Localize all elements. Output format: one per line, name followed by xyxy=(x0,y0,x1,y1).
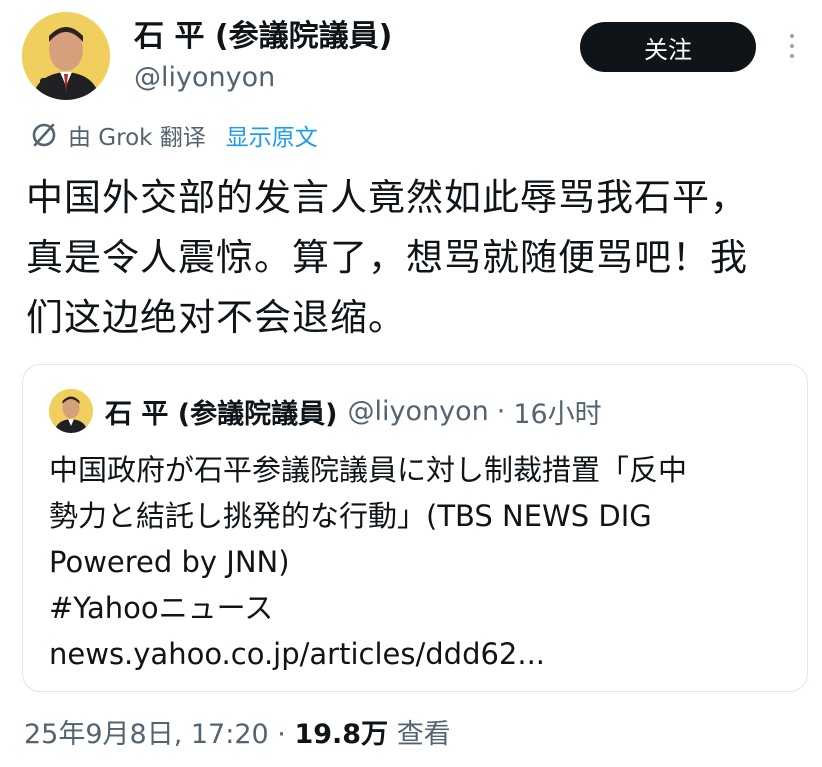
tweet-text: 中国外交部的发言人竟然如此辱骂我石平， 真是令人震惊。算了，想骂就随便骂吧！我 … xyxy=(26,168,806,348)
quoted-author-handle[interactable]: @liyonyon xyxy=(347,396,488,427)
tweet-text-line: 中国外交部的发言人竟然如此辱骂我石平， xyxy=(26,176,748,219)
tweet-datetime[interactable]: 25年9月8日, 17:20 xyxy=(24,719,269,750)
quoted-text-line: Powered by JNN) xyxy=(49,545,290,579)
views-count: 19.8万 xyxy=(294,719,389,750)
quoted-avatar-image xyxy=(49,389,93,433)
separator-dot: · xyxy=(496,395,506,427)
views-label: 查看 xyxy=(396,719,451,750)
quoted-link[interactable]: news.yahoo.co.jp/articles/ddd62... xyxy=(49,631,789,677)
show-original-link[interactable]: 显示原文 xyxy=(226,118,318,152)
follow-button[interactable]: 关注 xyxy=(580,22,756,72)
avatar-image xyxy=(22,12,110,100)
translate-icon xyxy=(32,123,56,147)
more-vertical-icon[interactable] xyxy=(782,28,802,68)
quoted-tweet-card[interactable]: 石 平 (参議院議員) @liyonyon · 16小时 中国政府が石平参議院議… xyxy=(22,364,808,692)
author-display-name[interactable]: 石 平 (参議院議員) xyxy=(134,18,392,56)
quoted-hashtag[interactable]: #Yahooニュース xyxy=(49,585,789,631)
quoted-tweet-header: 石 平 (参議院議員) @liyonyon · 16小时 xyxy=(49,389,602,433)
quoted-timestamp[interactable]: 16小时 xyxy=(513,392,601,431)
tweet-meta: 25年9月8日, 17:20 · 19.8万 查看 xyxy=(24,712,451,751)
tweet-text-line: 们这边绝对不会退缩。 xyxy=(26,296,406,339)
author-handle[interactable]: @liyonyon xyxy=(134,60,392,96)
tweet-text-line: 真是令人震惊。算了，想骂就随便骂吧！我 xyxy=(26,236,748,279)
translation-bar: 由 Grok 翻译 显示原文 xyxy=(30,118,318,152)
quoted-author-name[interactable]: 石 平 (参議院議員) xyxy=(105,392,337,431)
quoted-tweet-text: 中国政府が石平参議院議員に対し制裁措置「反中 勢力と結託し挑発的な行動」(TBS… xyxy=(49,447,789,677)
translated-by-label: 由 Grok 翻译 xyxy=(68,125,206,151)
quoted-text-line: 勢力と結託し挑発的な行動」(TBS NEWS DIG xyxy=(49,499,652,533)
avatar[interactable] xyxy=(22,12,110,100)
separator-dot: · xyxy=(277,719,286,750)
quoted-avatar[interactable] xyxy=(49,389,93,433)
quoted-text-line: 中国政府が石平参議院議員に対し制裁措置「反中 xyxy=(49,453,688,487)
tweet-header: 石 平 (参議院議員) @liyonyon 关注 xyxy=(22,12,812,108)
